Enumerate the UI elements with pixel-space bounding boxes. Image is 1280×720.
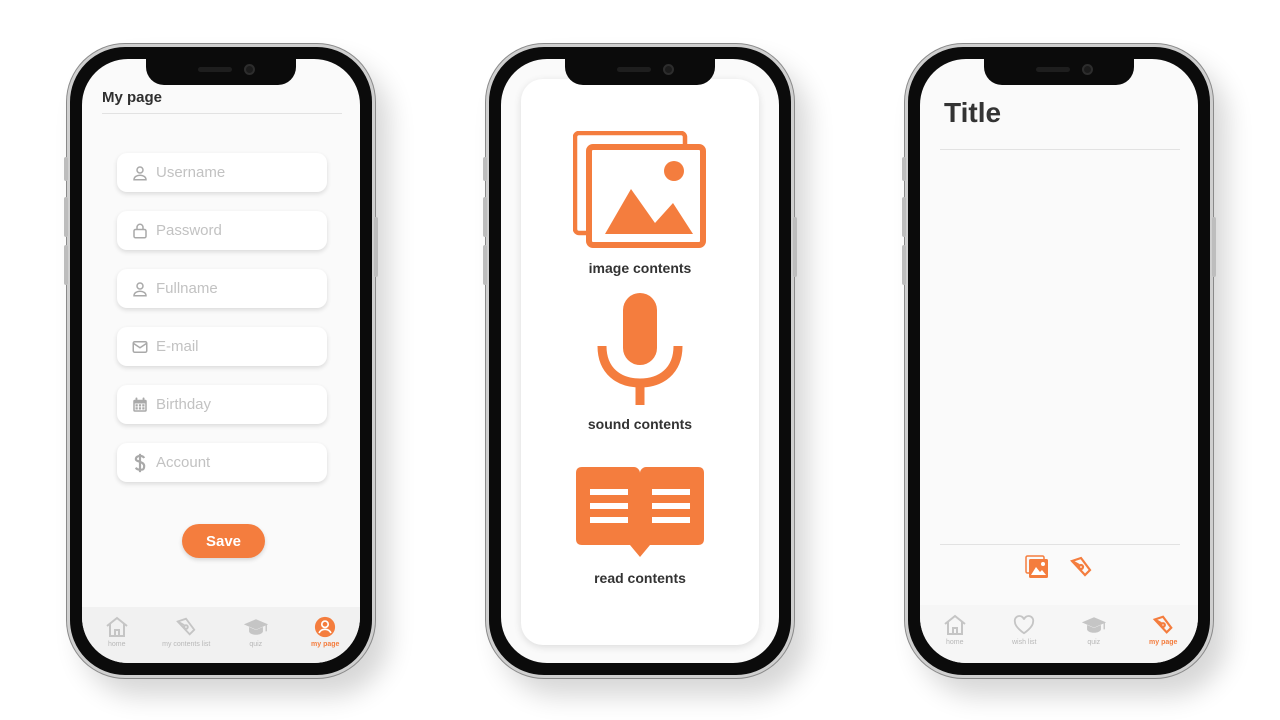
pen-nib-icon[interactable]: [1068, 554, 1094, 580]
page-title: My page: [102, 89, 163, 106]
mute-switch: [902, 157, 906, 181]
username-input[interactable]: [156, 164, 316, 181]
volume-down-button: [483, 245, 487, 285]
power-button: [374, 217, 378, 277]
tab-label: home: [945, 639, 964, 646]
tab-my-page[interactable]: my page: [293, 615, 357, 648]
save-button[interactable]: Save: [182, 524, 265, 558]
user-circle-icon: [312, 615, 338, 639]
calendar-icon: [131, 396, 149, 414]
pen-nib-icon: [1150, 613, 1176, 637]
phone-contents-menu: image contents sound contents read conte…: [483, 44, 797, 678]
screen: My page Username Fullname E-mail Birthda…: [82, 59, 360, 663]
username-field[interactable]: [117, 153, 327, 192]
tab-label: quiz: [1087, 639, 1101, 646]
open-book-icon: [574, 465, 706, 564]
volume-up-button: [64, 197, 68, 237]
bottom-tab-bar: home wish list quiz my page: [920, 605, 1198, 663]
phone-my-page: My page Username Fullname E-mail Birthda…: [64, 44, 378, 678]
tab-home[interactable]: home: [923, 613, 987, 646]
user-icon: [131, 280, 149, 298]
contents-card: image contents sound contents read conte…: [521, 79, 759, 645]
tab-label: home: [107, 641, 126, 648]
lock-icon: [131, 222, 149, 240]
tab-label: my page: [1149, 639, 1178, 646]
birthday-input[interactable]: [156, 396, 316, 413]
bottom-tab-bar: home my contents list quiz my page: [82, 607, 360, 663]
pen-nib-icon: [173, 615, 199, 639]
tab-label: my page: [311, 641, 340, 648]
image-contents-item[interactable]: image contents: [521, 130, 759, 276]
speaker: [617, 67, 651, 72]
tab-label: my contents list: [162, 641, 211, 648]
home-icon: [942, 613, 968, 637]
divider: [940, 544, 1180, 545]
fullname-field[interactable]: [117, 269, 327, 308]
birthday-field[interactable]: [117, 385, 327, 424]
power-button: [1212, 217, 1216, 277]
email-input[interactable]: [156, 338, 316, 355]
home-icon: [104, 615, 130, 639]
page-title: Title: [944, 97, 1002, 128]
notch: [565, 59, 715, 85]
account-field[interactable]: [117, 443, 327, 482]
graduation-cap-icon: [243, 615, 269, 639]
dollar-icon: [131, 453, 149, 472]
tab-my-contents-list[interactable]: my contents list: [154, 615, 218, 648]
tab-home[interactable]: home: [85, 615, 149, 648]
graduation-cap-icon: [1081, 613, 1107, 637]
image-gallery-icon[interactable]: [1024, 554, 1050, 580]
volume-up-button: [483, 197, 487, 237]
volume-down-button: [64, 245, 68, 285]
heart-icon: [1011, 613, 1037, 637]
item-label: sound contents: [587, 416, 693, 432]
user-icon: [131, 164, 149, 182]
mute-switch: [64, 157, 68, 181]
tab-quiz[interactable]: quiz: [1062, 613, 1126, 646]
notch: [984, 59, 1134, 85]
divider: [102, 113, 342, 114]
front-camera: [663, 64, 674, 75]
mail-icon: [131, 338, 149, 356]
front-camera: [244, 64, 255, 75]
account-input[interactable]: [156, 454, 316, 471]
power-button: [793, 217, 797, 277]
password-input[interactable]: [156, 222, 316, 239]
speaker: [198, 67, 232, 72]
tab-label: quiz: [249, 641, 263, 648]
divider: [940, 149, 1180, 150]
email-field[interactable]: [117, 327, 327, 366]
mute-switch: [483, 157, 487, 181]
front-camera: [1082, 64, 1093, 75]
action-row: [920, 554, 1198, 580]
volume-down-button: [902, 245, 906, 285]
tab-label: wish list: [1011, 639, 1037, 646]
sound-contents-item[interactable]: sound contents: [521, 293, 759, 432]
microphone-icon: [597, 293, 683, 410]
image-gallery-icon: [572, 130, 707, 254]
phone-content-detail: Title home wish list quiz my page: [902, 44, 1216, 678]
notch: [146, 59, 296, 85]
fullname-input[interactable]: [156, 280, 316, 297]
item-label: image contents: [588, 260, 692, 276]
read-contents-item[interactable]: read contents: [521, 465, 759, 586]
tab-quiz[interactable]: quiz: [224, 615, 288, 648]
item-label: read contents: [594, 570, 686, 586]
screen: image contents sound contents read conte…: [501, 59, 779, 663]
speaker: [1036, 67, 1070, 72]
volume-up-button: [902, 197, 906, 237]
tab-my-page[interactable]: my page: [1131, 613, 1195, 646]
tab-wish-list[interactable]: wish list: [992, 613, 1056, 646]
screen: Title home wish list quiz my page: [920, 59, 1198, 663]
password-field[interactable]: [117, 211, 327, 250]
